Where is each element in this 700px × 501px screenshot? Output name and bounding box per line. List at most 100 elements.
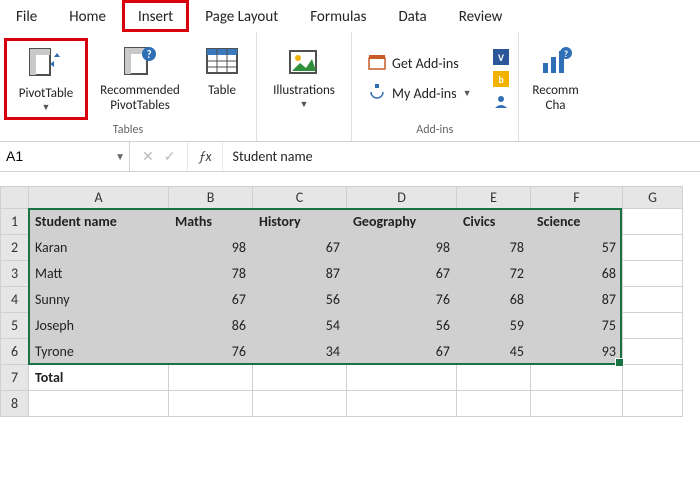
cell[interactable]: Sunny (29, 286, 169, 312)
cell[interactable]: 34 (253, 338, 347, 364)
tab-insert[interactable]: Insert (122, 0, 189, 32)
cell[interactable] (347, 364, 457, 390)
cell[interactable]: Joseph (29, 312, 169, 338)
my-addins-button[interactable]: My Add-ins ▼ (364, 81, 476, 107)
cell[interactable] (253, 364, 347, 390)
cell[interactable]: Maths (169, 208, 253, 234)
tab-file[interactable]: File (0, 0, 53, 32)
cell[interactable] (531, 364, 623, 390)
recommended-pivottables-button[interactable]: ? Recommended PivotTables (92, 38, 188, 118)
cell[interactable]: 78 (169, 260, 253, 286)
cell[interactable]: Total (29, 364, 169, 390)
cell[interactable]: 54 (253, 312, 347, 338)
cell[interactable]: Geography (347, 208, 457, 234)
cell[interactable] (623, 286, 683, 312)
cell[interactable] (623, 364, 683, 390)
name-box[interactable]: ▼ (0, 142, 130, 171)
row-header[interactable]: 5 (1, 312, 29, 338)
cell[interactable]: 98 (169, 234, 253, 260)
cell[interactable] (623, 312, 683, 338)
cell[interactable]: 67 (169, 286, 253, 312)
col-header[interactable]: D (347, 186, 457, 208)
cell[interactable]: 87 (531, 286, 623, 312)
col-header[interactable]: E (457, 186, 531, 208)
worksheet-grid: A B C D E F G 1 Student name Maths Histo… (0, 186, 700, 417)
cell[interactable]: 78 (457, 234, 531, 260)
recommended-charts-button[interactable]: ? RecommCha (523, 38, 589, 118)
cell[interactable]: 68 (457, 286, 531, 312)
row-header[interactable]: 6 (1, 338, 29, 364)
tab-review[interactable]: Review (443, 0, 519, 32)
cell[interactable]: Karan (29, 234, 169, 260)
pivottable-button[interactable]: PivotTable ▼ (4, 38, 88, 120)
fx-icon[interactable]: ƒx (188, 142, 222, 171)
my-addins-label: My Add-ins (392, 85, 457, 102)
cell[interactable]: 56 (253, 286, 347, 312)
enter-icon[interactable]: ✓ (164, 148, 176, 165)
cell[interactable] (29, 390, 169, 416)
col-header[interactable]: C (253, 186, 347, 208)
formula-input[interactable]: Student name (223, 148, 700, 165)
cell[interactable]: 59 (457, 312, 531, 338)
row-header[interactable]: 7 (1, 364, 29, 390)
cell[interactable] (347, 390, 457, 416)
cell[interactable]: 72 (457, 260, 531, 286)
cell[interactable]: 67 (347, 260, 457, 286)
bing-icon[interactable]: b (492, 70, 510, 88)
visio-icon[interactable]: V (492, 48, 510, 66)
select-all-corner[interactable] (1, 186, 29, 208)
chevron-down-icon: ▼ (463, 88, 472, 99)
cell[interactable]: 93 (531, 338, 623, 364)
col-header[interactable]: G (623, 186, 683, 208)
name-box-input[interactable] (6, 148, 123, 164)
row-header[interactable]: 2 (1, 234, 29, 260)
cell[interactable] (623, 208, 683, 234)
tab-page-layout[interactable]: Page Layout (189, 0, 294, 32)
cell[interactable]: Matt (29, 260, 169, 286)
table-button[interactable]: Table (192, 38, 252, 103)
row-header[interactable]: 1 (1, 208, 29, 234)
cell[interactable]: 75 (531, 312, 623, 338)
cell[interactable]: 98 (347, 234, 457, 260)
cell[interactable]: Science (531, 208, 623, 234)
formula-bar: ▼ ✕ ✓ ƒx Student name (0, 142, 700, 172)
col-header[interactable]: B (169, 186, 253, 208)
row-header[interactable]: 8 (1, 390, 29, 416)
tab-data[interactable]: Data (382, 0, 442, 32)
cell[interactable]: 57 (531, 234, 623, 260)
cell[interactable] (623, 260, 683, 286)
cell[interactable] (457, 390, 531, 416)
cancel-icon[interactable]: ✕ (142, 148, 154, 165)
cell[interactable]: 86 (169, 312, 253, 338)
cell[interactable] (457, 364, 531, 390)
cell[interactable]: Student name (29, 208, 169, 234)
tab-formulas[interactable]: Formulas (294, 0, 382, 32)
cell[interactable]: Tyrone (29, 338, 169, 364)
col-header[interactable]: F (531, 186, 623, 208)
cell[interactable]: 76 (347, 286, 457, 312)
cell[interactable]: 68 (531, 260, 623, 286)
cell[interactable]: 67 (253, 234, 347, 260)
row-header[interactable]: 4 (1, 286, 29, 312)
cell[interactable] (623, 234, 683, 260)
get-addins-button[interactable]: Get Add-ins (364, 51, 476, 77)
cell[interactable] (169, 364, 253, 390)
cell[interactable]: History (253, 208, 347, 234)
chevron-down-icon[interactable]: ▼ (115, 150, 125, 163)
tab-home[interactable]: Home (53, 0, 122, 32)
cell[interactable]: 56 (347, 312, 457, 338)
cell[interactable]: 76 (169, 338, 253, 364)
cell[interactable] (169, 390, 253, 416)
cell[interactable] (531, 390, 623, 416)
cell[interactable]: 45 (457, 338, 531, 364)
people-icon[interactable] (492, 92, 510, 110)
cell[interactable] (623, 390, 683, 416)
illustrations-button[interactable]: Illustrations ▼ (261, 38, 347, 114)
col-header[interactable]: A (29, 186, 169, 208)
cell[interactable]: Civics (457, 208, 531, 234)
cell[interactable]: 87 (253, 260, 347, 286)
row-header[interactable]: 3 (1, 260, 29, 286)
cell[interactable] (623, 338, 683, 364)
cell[interactable]: 67 (347, 338, 457, 364)
cell[interactable] (253, 390, 347, 416)
